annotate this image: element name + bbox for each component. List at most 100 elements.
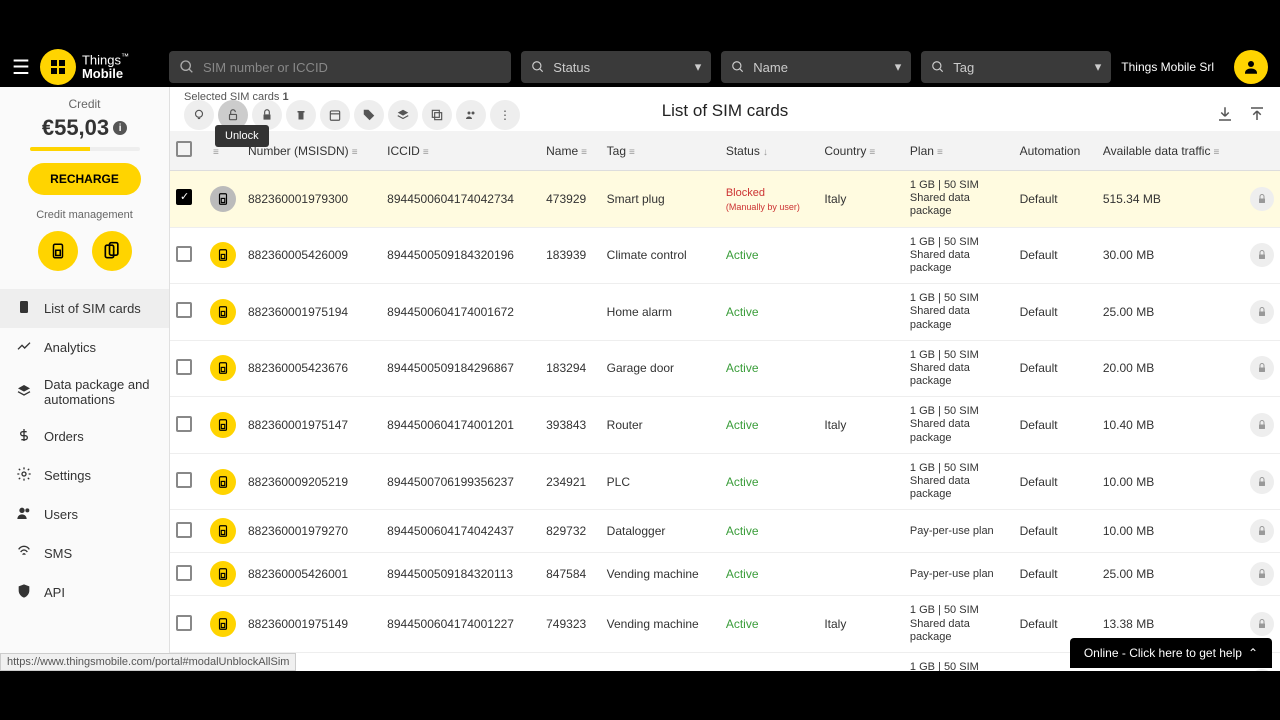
cell-status: Active [720,510,819,553]
row-checkbox[interactable] [176,246,192,262]
table-row[interactable]: 8823600092052198944500706199356237234921… [170,453,1280,510]
row-lock[interactable] [1250,243,1274,267]
nav-label: Settings [44,468,91,483]
sidebar: Credit €55,03i RECHARGE Credit managemen… [0,87,170,671]
row-checkbox[interactable] [176,522,192,538]
row-lock[interactable] [1250,519,1274,543]
col-country[interactable]: Country≡ [818,131,904,171]
nav-users[interactable]: Users [0,495,169,534]
table-row[interactable]: 8823600054260098944500509184320196183939… [170,227,1280,284]
select-all-checkbox[interactable] [176,141,192,157]
cell-iccid: 8944500604174042734 [381,171,540,228]
row-lock[interactable] [1250,470,1274,494]
hamburger-icon[interactable]: ☰ [12,55,30,80]
nav-chart[interactable]: Analytics [0,328,169,367]
nav-label: Analytics [44,340,96,355]
action-layers[interactable] [388,100,418,130]
cell-automation: Default [1014,397,1097,454]
credit-progress [30,147,140,151]
avatar[interactable] [1234,50,1268,84]
info-icon[interactable]: i [113,121,127,135]
cell-plan: 1 GB | 50 SIMShared datapackage [904,397,1014,454]
nav-layers[interactable]: Data package and automations [0,367,169,417]
row-checkbox[interactable] [176,416,192,432]
table-row[interactable]: 8823600019751478944500604174001201393843… [170,397,1280,454]
upload-button[interactable] [1248,105,1266,126]
tooltip: Unlock [215,125,269,147]
sim-icon[interactable] [210,299,236,325]
cell-country [818,510,904,553]
col-automation[interactable]: Automation [1014,131,1097,171]
gear-icon [16,466,32,485]
sim-icon[interactable] [210,412,236,438]
search-input[interactable]: SIM number or ICCID [169,51,511,83]
action-copy[interactable] [422,100,452,130]
row-checkbox[interactable] [176,472,192,488]
row-lock[interactable] [1250,669,1274,671]
col-traffic[interactable]: Available data traffic≡ [1097,131,1244,171]
action-calendar[interactable] [320,100,350,130]
upload-icon [1248,105,1266,123]
col-iccid[interactable]: ICCID≡ [381,131,540,171]
row-lock[interactable] [1250,413,1274,437]
row-lock[interactable] [1250,187,1274,211]
logo[interactable]: Things™Mobile [40,49,129,85]
action-activate[interactable] [184,100,214,130]
search-icon [731,60,745,74]
sort-icon[interactable]: ≡ [213,147,219,158]
row-lock[interactable] [1250,300,1274,324]
table-row[interactable]: 8823600054236768944500509184296867183294… [170,340,1280,397]
table-row[interactable]: 8823600054260018944500509184320113847584… [170,553,1280,596]
row-lock[interactable] [1250,356,1274,380]
cell-automation: Default [1014,284,1097,341]
sim-icon[interactable] [210,242,236,268]
nav-label: SMS [44,546,72,561]
credit-multi-sim[interactable] [92,231,132,271]
action-delete[interactable] [286,100,316,130]
row-checkbox[interactable] [176,302,192,318]
action-more[interactable]: ⋮ [490,100,520,130]
col-status[interactable]: Status↓ [720,131,819,171]
col-name[interactable]: Name≡ [540,131,601,171]
chat-widget[interactable]: Online - Click here to get help [1070,638,1272,668]
action-group[interactable] [456,100,486,130]
row-checkbox[interactable] [176,189,192,205]
table-row[interactable]: 8823600019793008944500604174042734473929… [170,171,1280,228]
nav-sim[interactable]: List of SIM cards [0,289,169,328]
sim-icon[interactable] [210,611,236,637]
nav-shield[interactable]: API [0,573,169,612]
col-plan[interactable]: Plan≡ [904,131,1014,171]
action-tag[interactable] [354,100,384,130]
nav-gear[interactable]: Settings [0,456,169,495]
nav-sms[interactable]: SMS [0,534,169,573]
table-row[interactable]: 8823600019792708944500604174042437829732… [170,510,1280,553]
nav-dollar[interactable]: Orders [0,417,169,456]
sim-icon[interactable] [210,186,236,212]
account-name[interactable]: Things Mobile Srl [1121,60,1214,74]
cell-msisdn: 882360001975147 [242,397,381,454]
credit-single-sim[interactable] [38,231,78,271]
recharge-button[interactable]: RECHARGE [28,163,141,195]
status-filter[interactable]: Status▾ [521,51,711,83]
cell-country: Italy [818,596,904,653]
row-lock[interactable] [1250,562,1274,586]
calendar-icon [328,108,342,122]
row-lock[interactable] [1250,612,1274,636]
row-checkbox[interactable] [176,615,192,631]
layers-icon [16,383,32,402]
cell-iccid: 8944501302184171994 [381,652,540,671]
cell-tag: PLC [601,453,720,510]
sim-icon[interactable] [210,561,236,587]
tag-filter[interactable]: Tag▾ [921,51,1111,83]
download-button[interactable] [1216,105,1234,126]
col-tag[interactable]: Tag≡ [601,131,720,171]
sim-icon[interactable] [210,518,236,544]
row-checkbox[interactable] [176,565,192,581]
row-checkbox[interactable] [176,359,192,375]
lock-icon [260,108,274,122]
sim-icon[interactable] [210,469,236,495]
sim-icon[interactable] [210,355,236,381]
name-filter[interactable]: Name▾ [721,51,911,83]
table-row[interactable]: 8823600019751948944500604174001672Home a… [170,284,1280,341]
cell-iccid: 8944500604174001227 [381,596,540,653]
